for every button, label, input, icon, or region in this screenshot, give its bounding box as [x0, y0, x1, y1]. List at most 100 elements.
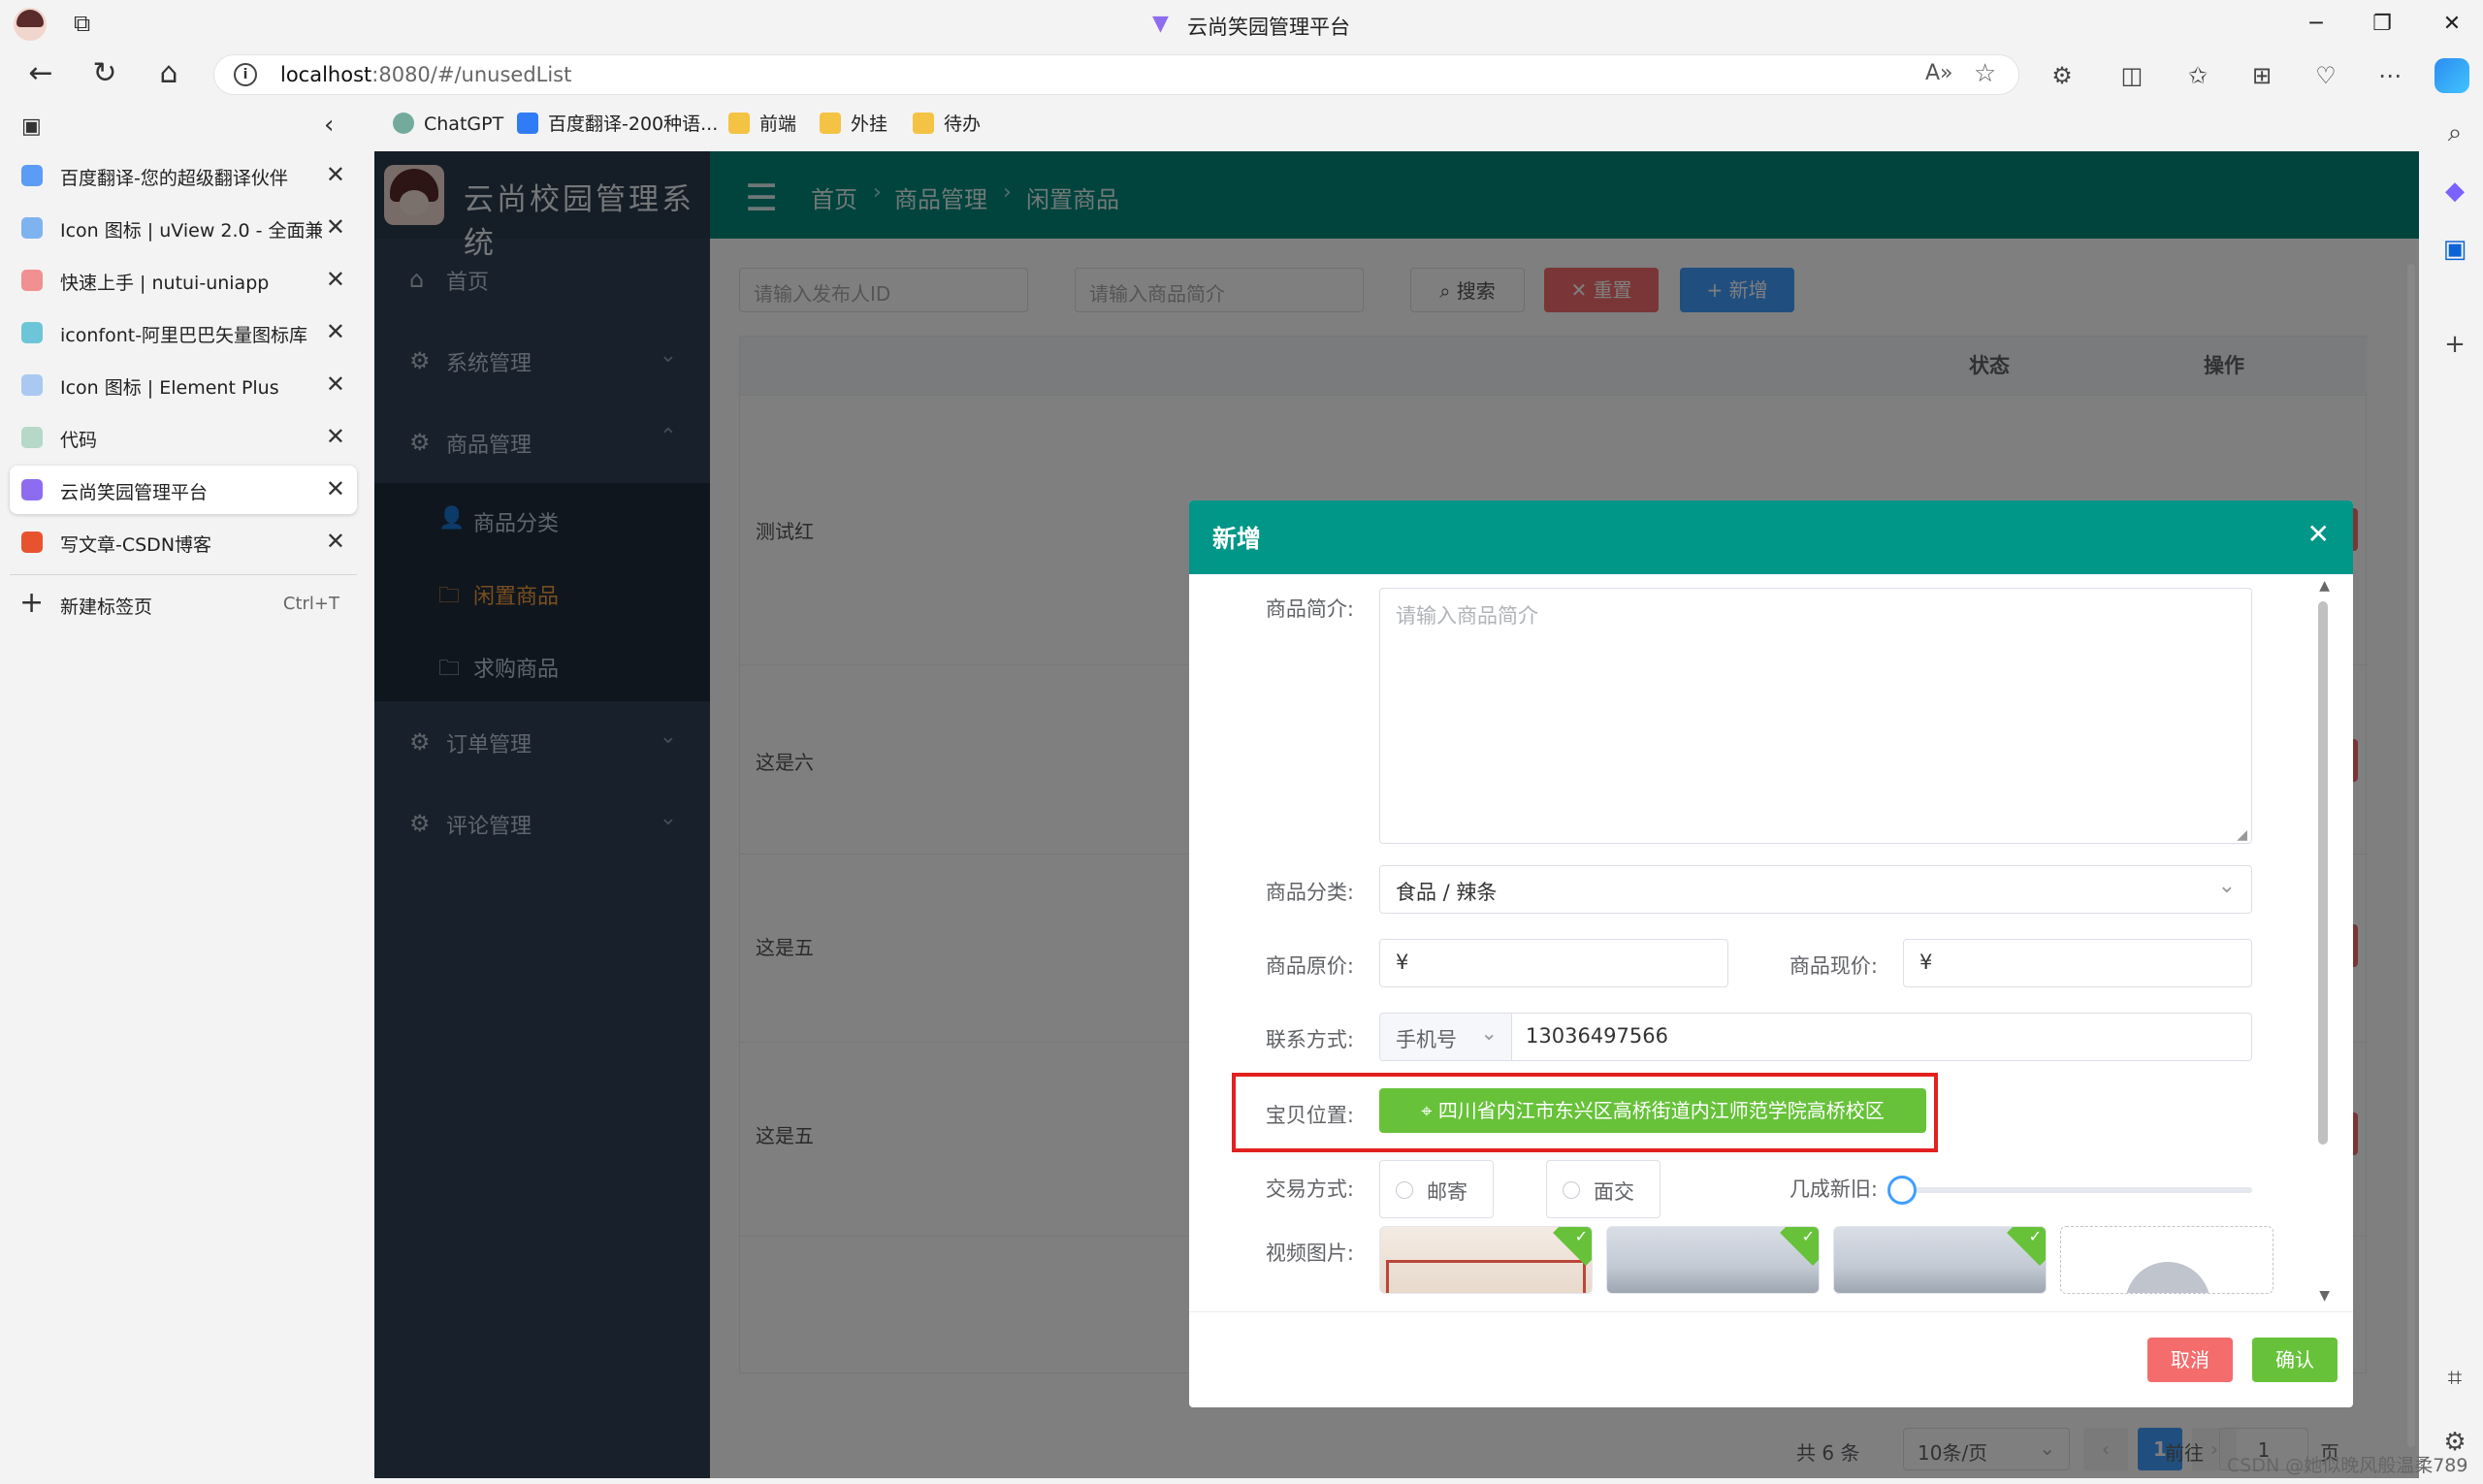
site-info-icon[interactable]: i: [234, 63, 257, 86]
close-tab-icon[interactable]: ✕: [326, 528, 345, 555]
split-screen-icon[interactable]: ◫: [2112, 56, 2151, 95]
media-thumbnail[interactable]: ✓: [1379, 1226, 1593, 1294]
original-price-label: 商品原价:: [1265, 954, 1354, 978]
bookmark-label: 百度翻译-200种语...: [548, 113, 719, 135]
page-scrollbar[interactable]: [2405, 244, 2417, 1476]
home-icon[interactable]: ⌂: [147, 52, 190, 95]
intro-label: 商品简介:: [1265, 597, 1354, 621]
minimize-button[interactable]: ─: [2297, 8, 2336, 41]
media-thumbnail[interactable]: ✓: [1606, 1226, 1820, 1294]
original-price-input[interactable]: ¥: [1379, 939, 1728, 987]
contact-label: 联系方式:: [1265, 1028, 1354, 1051]
url-host: localhost: [280, 63, 372, 86]
favorite-star-icon[interactable]: ☆: [1974, 59, 1996, 88]
collapse-panel-icon[interactable]: ‹: [324, 111, 334, 140]
refresh-icon[interactable]: ↻: [83, 52, 126, 95]
scroll-up-icon[interactable]: ▲: [2319, 578, 2330, 594]
close-tab-icon[interactable]: ✕: [326, 318, 345, 345]
intro-textarea[interactable]: 请输入商品简介 ◢: [1379, 588, 2252, 844]
bookmark-folder-plugin[interactable]: 外挂: [820, 105, 887, 144]
browser-tab[interactable]: 快速上手 | nutui-uniapp ✕: [10, 256, 357, 305]
close-tab-icon[interactable]: ✕: [326, 213, 345, 241]
bookmark-folder-todo[interactable]: 待办: [913, 105, 981, 144]
check-icon: ✓: [1801, 1227, 1815, 1245]
tab-actions-icon[interactable]: ⧉: [74, 10, 90, 37]
bookmark-baidu-translate[interactable]: 百度翻译-200种语...: [517, 105, 718, 144]
more-menu-icon[interactable]: ⋯: [2370, 56, 2409, 95]
copilot-icon[interactable]: [2435, 58, 2469, 93]
window-title: 云尚笑园管理平台: [1187, 16, 1350, 39]
browser-tab[interactable]: 代码 ✕: [10, 413, 357, 462]
tab-favicon-icon: [21, 165, 43, 186]
trade-option-meet[interactable]: 面交: [1546, 1160, 1661, 1218]
highlight-box: [1232, 1073, 1938, 1152]
watermark: CSDN @她似晚风般温柔789: [2227, 1455, 2468, 1476]
tab-label: 写文章-CSDN博客: [60, 534, 212, 556]
close-window-button[interactable]: ✕: [2433, 8, 2471, 41]
category-value: 食品 / 辣条: [1396, 881, 1498, 904]
upload-dropzone[interactable]: [2060, 1226, 2273, 1294]
browser-tab[interactable]: 百度翻译-您的超级翻译伙伴 ✕: [10, 151, 357, 200]
chevron-down-icon: ⌄: [1480, 1021, 1498, 1045]
browser-tab-active[interactable]: 云尚笑园管理平台 ✕: [10, 466, 357, 514]
restore-button[interactable]: ❐: [2363, 8, 2402, 41]
radio-label: 邮寄: [1427, 1180, 1467, 1204]
contact-value-input[interactable]: 13036497566: [1526, 1024, 1668, 1048]
tab-panel-toggle-icon[interactable]: ▣: [21, 114, 42, 139]
current-price-label: 商品现价:: [1789, 954, 1878, 978]
confirm-button[interactable]: 确认: [2252, 1338, 2338, 1382]
favorites-icon[interactable]: ✩: [2178, 56, 2217, 95]
address-bar[interactable]: i localhost:8080/#/unusedList A» ☆: [213, 54, 2019, 95]
url-text[interactable]: localhost:8080/#/unusedList: [280, 63, 571, 86]
category-label: 商品分类:: [1265, 881, 1354, 904]
browser-tab[interactable]: Icon 图标 | Element Plus ✕: [10, 361, 357, 409]
close-icon[interactable]: ✕: [2307, 518, 2330, 550]
intro-placeholder: 请输入商品简介: [1396, 604, 1538, 628]
discover-icon[interactable]: ◆: [2436, 173, 2473, 210]
close-tab-icon[interactable]: ✕: [326, 423, 345, 450]
close-tab-icon[interactable]: ✕: [326, 475, 345, 502]
scroll-down-icon[interactable]: ▼: [2319, 1288, 2330, 1304]
collections-icon[interactable]: ⊞: [2242, 56, 2281, 95]
outlook-icon[interactable]: ▣: [2436, 231, 2473, 268]
vertical-tabs-panel: ▣ ‹ 百度翻译-您的超级翻译伙伴 ✕ Icon 图标 | uView 2.0 -…: [0, 101, 363, 1484]
category-cascader[interactable]: 食品 / 辣条 ⌄: [1379, 865, 2252, 914]
browser-tab[interactable]: iconfont-阿里巴巴矢量图标库 ✕: [10, 308, 357, 357]
tab-favicon-icon: [21, 270, 43, 291]
browser-essentials-icon[interactable]: ♡: [2306, 56, 2345, 95]
search-icon[interactable]: ⌕: [2436, 114, 2473, 151]
back-icon[interactable]: ←: [19, 52, 62, 95]
tab-label: 代码: [60, 430, 98, 451]
close-tab-icon[interactable]: ✕: [326, 266, 345, 293]
condition-slider-handle[interactable]: [1887, 1176, 1917, 1205]
condition-slider-track[interactable]: [1903, 1187, 2252, 1193]
media-thumbnail[interactable]: ✓: [1833, 1226, 2047, 1294]
browser-tab[interactable]: 写文章-CSDN博客 ✕: [10, 518, 357, 566]
profile-avatar[interactable]: [14, 8, 47, 41]
read-aloud-icon[interactable]: A»: [1925, 61, 1953, 85]
screenshot-icon[interactable]: ⌗: [2436, 1360, 2473, 1397]
window-favicon-icon: ▼: [1152, 12, 1169, 36]
extensions-icon[interactable]: ⚙: [2043, 56, 2081, 95]
radio-circle: [1396, 1181, 1413, 1199]
bookmark-folder-frontend[interactable]: 前端: [728, 105, 796, 144]
page-viewport: 云尚校园管理系统 ⌂首页 ⚙系统管理⌄ ⚙商品管理⌃ 👤商品分类 🗀闲置商品 🗀…: [374, 151, 2419, 1478]
trade-option-mail[interactable]: 邮寄: [1379, 1160, 1494, 1218]
folder-icon: [913, 113, 934, 134]
close-tab-icon[interactable]: ✕: [326, 161, 345, 188]
current-price-input[interactable]: ¥: [1903, 939, 2252, 987]
dialog-scrollbar[interactable]: [2318, 601, 2328, 1145]
add-goods-dialog: 新增 ✕ 商品简介: 请输入商品简介 ◢ 商品分类: 食品 / 辣条 ⌄ 商品原价:…: [1189, 500, 2353, 1407]
cancel-button[interactable]: 取消: [2147, 1338, 2233, 1382]
certificate-frame: [1386, 1260, 1586, 1293]
browser-tab[interactable]: Icon 图标 | uView 2.0 - 全面兼容 ✕: [10, 204, 357, 252]
bookmark-label: 待办: [944, 113, 982, 135]
page-scrollbar-thumb[interactable]: [2407, 264, 2415, 1447]
add-sidebar-app-icon[interactable]: +: [2436, 326, 2473, 363]
bookmark-chatgpt[interactable]: ChatGPT: [393, 105, 503, 144]
tab-favicon-icon: [21, 427, 43, 448]
contact-type-select[interactable]: 手机号 ⌄: [1380, 1014, 1512, 1060]
new-tab-button[interactable]: + 新建标签页 Ctrl+T: [10, 580, 357, 629]
close-tab-icon[interactable]: ✕: [326, 371, 345, 398]
tab-label: 快速上手 | nutui-uniapp: [60, 273, 270, 294]
